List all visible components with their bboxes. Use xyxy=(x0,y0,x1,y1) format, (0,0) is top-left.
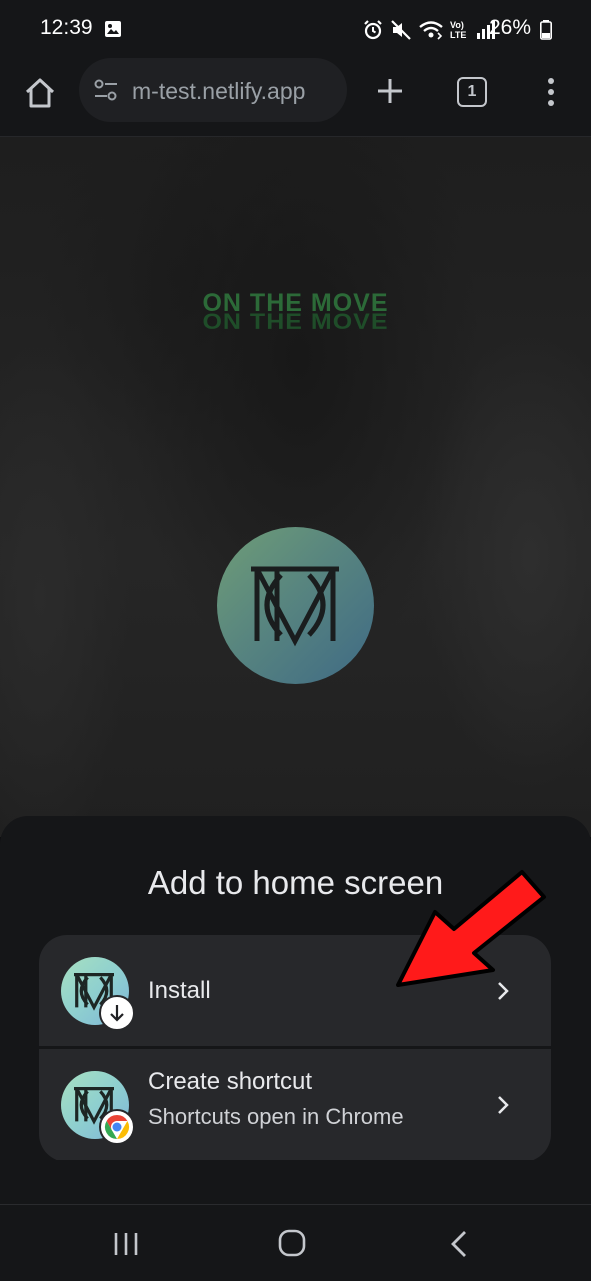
more-menu-button[interactable] xyxy=(539,75,563,109)
home-nav-icon xyxy=(278,1229,306,1257)
system-nav-bar xyxy=(0,1204,591,1281)
tab-switcher-button[interactable]: 1 xyxy=(457,77,487,107)
recents-icon xyxy=(114,1233,138,1255)
app-icon xyxy=(61,1071,135,1145)
battery-percent: 26% xyxy=(489,16,532,39)
back-button[interactable] xyxy=(448,1229,470,1264)
web-page-content: ON THE MOVE ON THE MOVE xyxy=(0,137,591,837)
battery-icon xyxy=(540,20,552,45)
install-label: Install xyxy=(148,977,211,1004)
chevron-right-icon xyxy=(498,1096,509,1114)
create-shortcut-option[interactable]: Create shortcut Shortcuts open in Chrome xyxy=(39,1049,551,1160)
volte-icon: Vo) LTE xyxy=(450,20,467,40)
home-button[interactable] xyxy=(22,75,58,111)
app-icon xyxy=(61,957,135,1031)
create-shortcut-sublabel: Shortcuts open in Chrome xyxy=(148,1104,404,1129)
status-icons: Vo) LTE xyxy=(362,17,496,43)
home-nav-button[interactable] xyxy=(278,1229,306,1262)
plus-icon xyxy=(378,79,402,103)
wifi-calling-icon xyxy=(419,21,443,40)
status-time: 12:39 xyxy=(40,16,93,39)
otm-logo xyxy=(217,527,374,684)
gallery-notification-icon xyxy=(104,20,122,43)
alarm-icon xyxy=(364,20,382,40)
more-vert-icon xyxy=(548,78,554,106)
page-title: ON THE MOVE xyxy=(202,289,389,317)
otm-monogram-icon xyxy=(251,566,339,647)
red-arrow-annotation xyxy=(396,870,546,987)
status-bar: 12:39 Vo) LTE 26% xyxy=(0,0,591,58)
create-shortcut-label: Create shortcut xyxy=(148,1068,313,1095)
download-badge-icon xyxy=(99,995,135,1031)
recents-button[interactable] xyxy=(112,1231,140,1262)
mute-icon xyxy=(391,20,411,40)
site-settings-icon[interactable] xyxy=(93,78,119,107)
new-tab-button[interactable] xyxy=(374,75,406,107)
back-icon xyxy=(451,1231,466,1257)
url-text[interactable]: m-test.netlify.app xyxy=(132,78,305,105)
chrome-badge-icon xyxy=(99,1109,135,1145)
home-icon xyxy=(25,78,55,108)
url-bar[interactable]: m-test.netlify.app xyxy=(79,58,347,122)
browser-toolbar: m-test.netlify.app 1 xyxy=(0,58,591,137)
